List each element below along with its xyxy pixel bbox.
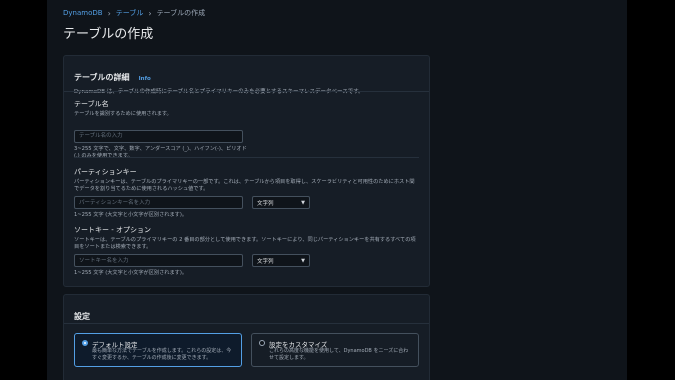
section-divider: [74, 157, 419, 158]
page-title: テーブルの作成: [63, 27, 154, 42]
partition-key-label: パーティションキー: [74, 168, 137, 176]
partition-key-description: パーティションキーは、テーブルのプライマリキーの一部です。これは、テーブルから項…: [74, 179, 415, 192]
table-name-label: テーブル名: [74, 100, 109, 108]
settings-panel: 設定 デフォルト設定 最も簡単な方法でテーブルを作成します。これらの設定は、今す…: [63, 294, 430, 380]
default-settings-description: 最も簡単な方法でテーブルを作成します。これらの設定は、今すぐ変更するか、テーブル…: [92, 348, 232, 361]
table-details-panel: テーブルの詳細 Info DynamoDB は、テーブルの作成時にテーブル名とプ…: [63, 55, 430, 287]
settings-title: 設定: [74, 312, 90, 321]
sort-key-input[interactable]: [74, 254, 243, 267]
breadcrumb-dynamodb[interactable]: DynamoDB: [63, 9, 103, 18]
sort-key-description: ソートキーは、テーブルのプライマリキーの 2 番目の部分として使用できます。ソー…: [74, 237, 416, 250]
table-details-title: テーブルの詳細: [74, 73, 130, 82]
partition-key-field: パーティションキー パーティションキーは、テーブルのプライマリキーの一部です。こ…: [74, 167, 419, 219]
radio-selected-icon[interactable]: [82, 340, 88, 346]
sort-key-type-select[interactable]: 文字列 ▼: [252, 254, 310, 267]
breadcrumb: DynamoDB › テーブル › テーブルの作成: [63, 9, 205, 18]
sort-key-constraint: 1~255 文字 (大文字と小文字が区別されます)。: [74, 270, 188, 276]
settings-divider: [64, 323, 429, 324]
table-name-field: テーブル名 テーブルを識別するために使用されます。 3~255 文字で、文字、数…: [74, 99, 419, 160]
sort-key-field: ソートキー - オプション ソートキーは、テーブルのプライマリキーの 2 番目の…: [74, 225, 419, 277]
info-link[interactable]: Info: [139, 76, 151, 82]
sort-key-type-value: 文字列: [257, 258, 274, 265]
breadcrumb-current: テーブルの作成: [156, 9, 206, 17]
partition-key-type-value: 文字列: [257, 200, 274, 207]
partition-key-constraint: 1~255 文字 (大文字と小文字が区別されます)。: [74, 212, 188, 218]
settings-header: 設定: [74, 304, 419, 323]
breadcrumb-tables[interactable]: テーブル: [116, 9, 144, 18]
table-name-input[interactable]: [74, 129, 243, 143]
sort-key-label: ソートキー - オプション: [74, 226, 151, 234]
chevron-right-icon: ›: [148, 9, 152, 18]
partition-key-input[interactable]: [74, 196, 243, 209]
default-settings-option[interactable]: デフォルト設定 最も簡単な方法でテーブルを作成します。これらの設定は、今すぐ変更…: [74, 333, 242, 367]
custom-settings-description: これらの高度な機能を使用して、DynamoDB をニーズに合わせて設定します。: [269, 348, 409, 361]
table-name-description: テーブルを識別するために使用されます。: [74, 111, 172, 117]
chevron-right-icon: ›: [107, 9, 111, 18]
header-divider: [64, 91, 429, 92]
partition-key-type-select[interactable]: 文字列 ▼: [252, 196, 310, 209]
main-content: DynamoDB › テーブル › テーブルの作成 テーブルの作成 テーブルの詳…: [47, 0, 627, 380]
custom-settings-option[interactable]: 設定をカスタマイズ これらの高度な機能を使用して、DynamoDB をニーズに合…: [251, 333, 419, 367]
radio-unselected-icon[interactable]: [259, 340, 265, 346]
caret-down-icon: ▼: [301, 257, 305, 264]
caret-down-icon: ▼: [301, 199, 305, 206]
